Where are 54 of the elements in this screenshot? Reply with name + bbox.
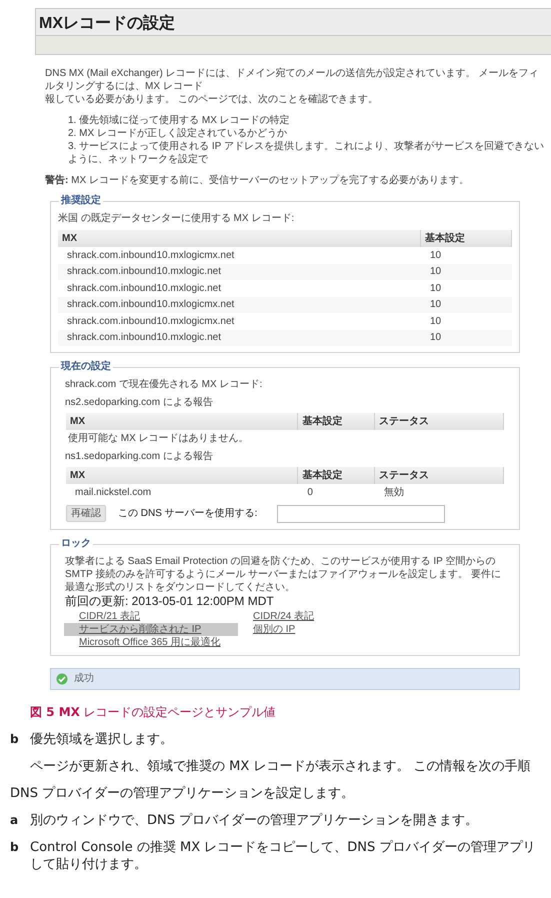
table-cell-text: 10 [429, 314, 442, 328]
table-cell-text: shrack.com.inbound10.mxlogic.net [66, 265, 222, 278]
dns-label: この DNS サーバーを使用する: [118, 507, 258, 520]
panel-legend: 現在の設定 [59, 360, 113, 373]
table-cell-text: 10 [429, 282, 442, 295]
table-cell-text: shrack.com.inbound10.mxlogicmx.net [66, 314, 236, 328]
figure-caption: 図 5 MX レコードの設定ページとサンプル値 [30, 704, 277, 720]
table-cell-text: 10 [429, 298, 442, 312]
recheck-button[interactable]: 再確認 [66, 505, 106, 522]
panel-legend: ロック [59, 536, 93, 550]
step-text: ページが更新され、領域で推奨の MX レコードが表示されます。 この情報を次の手順 [30, 758, 531, 774]
step-text: して貼り付けます。 [30, 856, 148, 872]
step-marker: b [10, 730, 20, 748]
lock-description: 攻撃者による SaaS Email Protection の回避を防ぐため、このサービスが使用する IP 空間からの SMTP 接続のみを許可するようにメール サーバーまたはファイアウォールを設定します。 要件に最適な形式のリストをダウンロードしてください。 [65, 554, 502, 594]
table-cell-text: shrack.com.inbound10.mxlogicmx.net [66, 298, 236, 312]
list-item: 1. 優先領域に従って使用する MX レコードの特定 [68, 114, 291, 127]
table-cell-text: mail.nickstel.com [74, 486, 152, 499]
step-text: 別のウィンドウで、DNS プロバイダーの管理アプリケーションを開きます。 [30, 812, 478, 828]
table-cell-text: shrack.com.inbound10.mxlogic.net [66, 282, 222, 295]
intro-text: DNS MX (Mail eXchanger) レコードには、ドメイン宛てのメールの送信先が設定されています。 メールをフィルタリングするには、MX レコード [45, 67, 540, 93]
table-cell-text: shrack.com.inbound10.mxlogicmx.net [66, 248, 236, 262]
step-text: Control Console の推奨 MX レコードをコピーして、DNS プロバイダーの管理アプリ [30, 838, 536, 856]
download-link[interactable]: 個別の IP [238, 622, 412, 636]
table-cell-text: 10 [429, 331, 442, 344]
column-header[interactable]: ステータス [374, 413, 504, 430]
panel-legend: 推奨設定 [59, 194, 103, 207]
download-link[interactable]: Microsoft Office 365 用に最適化 [64, 636, 238, 648]
report-source: ns1.sedoparking.com による報告 [65, 450, 214, 463]
table-cell-text: 無効 [382, 486, 405, 499]
intro-text: 報している必要があります。 このページでは、次のことを確認できます。 [45, 93, 379, 106]
step-marker: a [10, 812, 20, 828]
last-update: 前回の更新: 2013-05-01 12:00PM MDT [65, 594, 275, 608]
panel-caption: shrack.com で現在優先される MX レコード: [65, 378, 264, 391]
table-cell-text: shrack.com.inbound10.mxlogic.net [66, 331, 222, 344]
table-cell-text: 10 [429, 265, 442, 278]
column-header[interactable]: 基本設定 [298, 413, 375, 430]
column-header[interactable]: MX [66, 413, 298, 430]
check-icon [56, 672, 68, 684]
step-marker: b [10, 838, 20, 856]
warning-text: 警告: MX レコードを変更する前に、受信サーバーのセットアップを完了する必要があります。 [45, 174, 470, 187]
list-item: 3. サービスによって使用される IP アドレスを提供します。これにより、攻撃者がサービスを回避できないように、ネットワークを設定で [68, 140, 545, 166]
dns-server-field[interactable] [277, 504, 446, 522]
table-cell-text: 0 [306, 486, 314, 499]
download-link[interactable]: CIDR/21 表記 [64, 610, 238, 622]
step-text: DNS プロバイダーの管理アプリケーションを設定します。 [10, 784, 354, 802]
download-link[interactable]: サービスから削除された IP [64, 622, 238, 636]
report-source: ns2.sedoparking.com による報告 [65, 396, 214, 409]
panel-caption: 米国 の既定データセンターに使用する MX レコード: [58, 212, 296, 225]
status-text: 成功 [74, 672, 94, 685]
empty-message: 使用可能な MX レコードはありません。 [68, 432, 250, 445]
table-cell-text: 10 [429, 248, 442, 262]
list-item: 2. MX レコードが正しく設定されているかどうか [68, 127, 288, 140]
step-text: 優先領域を選択します。 [30, 730, 173, 748]
download-link[interactable]: CIDR/24 表記 [238, 610, 412, 622]
